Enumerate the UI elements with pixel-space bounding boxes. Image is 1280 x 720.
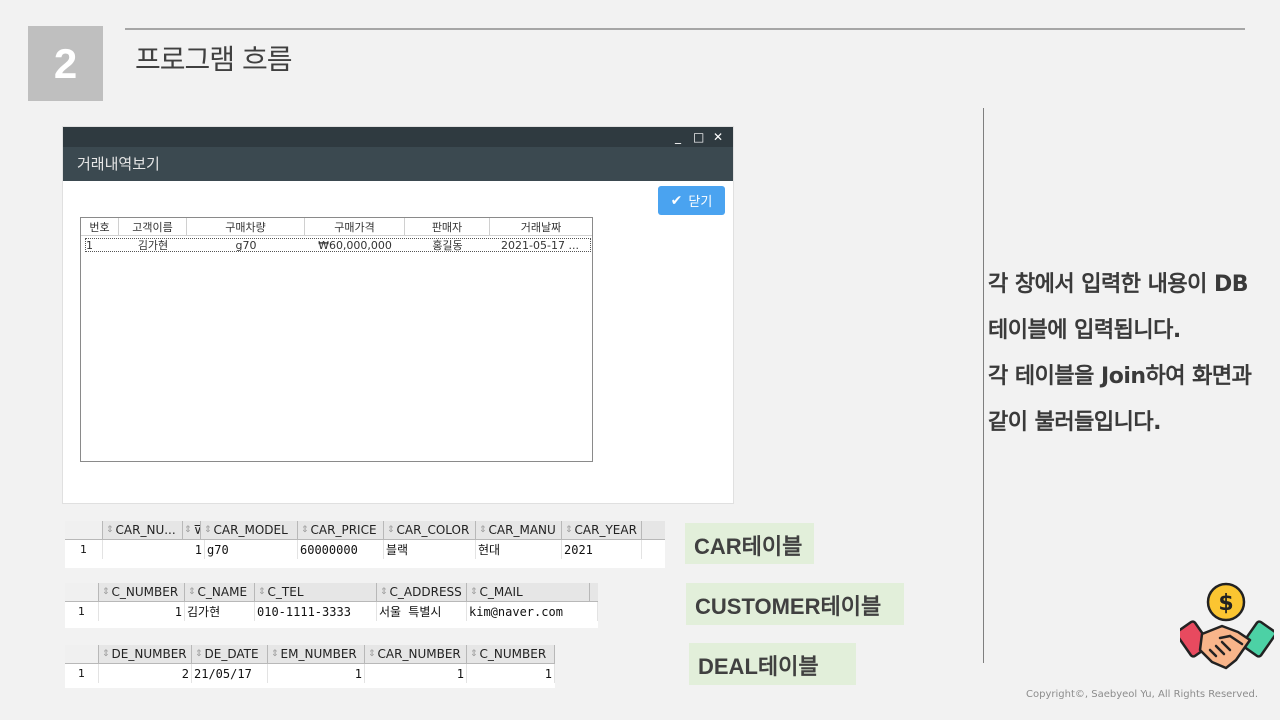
car-db-grid: CAR_NU... ⊽ CAR_MODEL CAR_PRICE CAR_COLO… bbox=[65, 521, 665, 568]
window-titlebar: _ □ ✕ bbox=[63, 127, 733, 147]
table-cell: 60000000 bbox=[298, 540, 384, 559]
column-header[interactable]: 구매가격 bbox=[305, 218, 405, 235]
table-cell: 2021-05-17 ... bbox=[501, 238, 579, 252]
column-header[interactable]: 판매자 bbox=[405, 218, 490, 235]
slide-number: 2 bbox=[28, 26, 103, 101]
table-cell: 1 bbox=[467, 664, 555, 683]
column-header[interactable]: CAR_MANU bbox=[476, 521, 562, 539]
column-header[interactable]: CAR_PRICE bbox=[298, 521, 384, 539]
transaction-window: _ □ ✕ 거래내역보기 ✔ 닫기 번호 고객이름 구매차량 구매가격 판매자 … bbox=[62, 126, 734, 504]
column-header[interactable]: 거래날짜 bbox=[490, 218, 592, 235]
table-row[interactable]: 1 김가현 g70 ₩60,000,000 홍길동 2021-05-17 ... bbox=[85, 238, 591, 252]
customer-db-grid: C_NUMBER C_NAME C_TEL C_ADDRESS C_MAIL 1… bbox=[65, 583, 598, 628]
column-header[interactable]: CAR_YEAR bbox=[562, 521, 642, 539]
deal-db-grid: DE_NUMBER DE_DATE EM_NUMBER CAR_NUMBER C… bbox=[65, 645, 555, 688]
title-divider bbox=[125, 28, 1245, 30]
row-number-header bbox=[65, 521, 103, 539]
column-header[interactable]: 구매차량 bbox=[187, 218, 305, 235]
description-line: 테이블에 입력됩니다. bbox=[988, 318, 1181, 343]
description-line: 각 창에서 입력한 내용이 DB bbox=[988, 272, 1249, 297]
handshake-money-icon: $ bbox=[1180, 582, 1274, 670]
vertical-divider bbox=[983, 108, 984, 663]
table-cell: g70 bbox=[235, 238, 257, 252]
grid-header: DE_NUMBER DE_DATE EM_NUMBER CAR_NUMBER C… bbox=[65, 645, 555, 664]
description-line: 각 테이블을 Join하여 화면과 bbox=[988, 364, 1252, 389]
column-header[interactable]: CAR_MODEL bbox=[201, 521, 298, 539]
column-header[interactable]: C_NAME bbox=[185, 583, 255, 601]
table-cell: 1 bbox=[103, 540, 205, 559]
maximize-icon[interactable]: □ bbox=[693, 131, 704, 143]
table-row[interactable]: 1 1 g70 60000000 블랙 현대 2021 bbox=[65, 540, 665, 559]
table-cell: 블랙 bbox=[384, 540, 476, 559]
table-cell: 1 bbox=[268, 664, 365, 683]
table-cell: 1 bbox=[99, 602, 185, 621]
table-row[interactable]: 1 1 김가현 010-1111-3333 서울 특별시 kim@naver.c… bbox=[65, 602, 598, 621]
close-button-label: 닫기 bbox=[688, 195, 713, 210]
row-number-header bbox=[65, 583, 99, 601]
table-header: 번호 고객이름 구매차량 구매가격 판매자 거래날짜 bbox=[81, 218, 592, 236]
table-cell: g70 bbox=[205, 540, 298, 559]
minimize-icon[interactable]: _ bbox=[673, 131, 683, 143]
table-cell: 2 bbox=[99, 664, 192, 683]
row-number: 1 bbox=[65, 664, 99, 683]
table-row[interactable]: 1 2 21/05/17 1 1 1 bbox=[65, 664, 555, 683]
copyright-text: Copyright©, Saebyeol Yu, All Rights Rese… bbox=[1026, 689, 1259, 700]
table-cell: 2021 bbox=[562, 540, 642, 559]
column-header[interactable]: CAR_NU... bbox=[103, 521, 183, 539]
row-number-header bbox=[65, 645, 99, 663]
close-button[interactable]: ✔ 닫기 bbox=[658, 186, 725, 215]
svg-text:$: $ bbox=[1218, 591, 1233, 616]
column-header[interactable]: DE_NUMBER bbox=[99, 645, 192, 663]
table-cell: 홍길동 bbox=[432, 239, 463, 252]
filter-icon[interactable]: ⊽ bbox=[183, 521, 201, 539]
table-cell: 21/05/17 bbox=[192, 664, 268, 683]
grid-header: CAR_NU... ⊽ CAR_MODEL CAR_PRICE CAR_COLO… bbox=[65, 521, 665, 540]
row-number: 1 bbox=[65, 602, 99, 621]
column-header[interactable]: CAR_NUMBER bbox=[365, 645, 467, 663]
column-header[interactable]: C_NUMBER bbox=[99, 583, 185, 601]
column-header[interactable]: C_NUMBER bbox=[467, 645, 555, 663]
car-table-label: CAR테이블 bbox=[685, 523, 814, 564]
description-line: 같이 불러들입니다. bbox=[988, 410, 1161, 435]
table-cell: 010-1111-3333 bbox=[255, 602, 377, 621]
slide-title: 프로그램 흐름 bbox=[135, 43, 292, 76]
description-text: 각 창에서 입력한 내용이 DB 테이블에 입력됩니다. 각 테이블을 Join… bbox=[988, 262, 1280, 446]
column-header[interactable]: 번호 bbox=[81, 218, 119, 235]
table-cell: 김가현 bbox=[185, 602, 255, 621]
row-number: 1 bbox=[65, 540, 103, 559]
column-header[interactable]: CAR_COLOR bbox=[384, 521, 476, 539]
column-header[interactable]: 고객이름 bbox=[119, 218, 187, 235]
table-cell: 현대 bbox=[476, 540, 562, 559]
column-header[interactable]: C_TEL bbox=[255, 583, 377, 601]
close-icon[interactable]: ✕ bbox=[713, 131, 723, 143]
table-cell: kim@naver.com bbox=[467, 602, 598, 621]
table-cell: ₩60,000,000 bbox=[318, 238, 392, 252]
column-header[interactable]: DE_DATE bbox=[192, 645, 268, 663]
deal-table-label: DEAL테이블 bbox=[689, 643, 856, 685]
column-header[interactable]: C_ADDRESS bbox=[377, 583, 467, 601]
table-cell: 1 bbox=[365, 664, 467, 683]
customer-table-label: CUSTOMER테이블 bbox=[686, 583, 904, 625]
table-cell: 김가현 bbox=[137, 239, 169, 252]
column-header[interactable]: C_MAIL bbox=[467, 583, 590, 601]
check-icon: ✔ bbox=[670, 192, 683, 209]
grid-header: C_NUMBER C_NAME C_TEL C_ADDRESS C_MAIL bbox=[65, 583, 598, 602]
column-header[interactable]: EM_NUMBER bbox=[268, 645, 365, 663]
transaction-table: 번호 고객이름 구매차량 구매가격 판매자 거래날짜 1 김가현 g70 ₩60… bbox=[80, 217, 593, 462]
table-cell: 1 bbox=[86, 238, 93, 252]
window-title: 거래내역보기 bbox=[63, 147, 733, 181]
table-cell: 서울 특별시 bbox=[377, 602, 467, 621]
